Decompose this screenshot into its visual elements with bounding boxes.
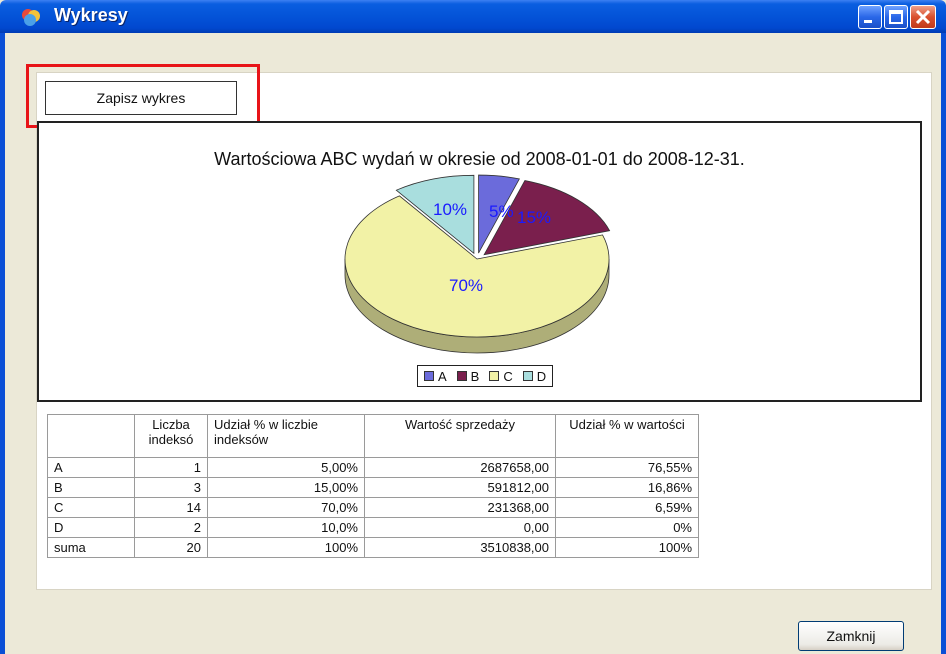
legend-item-c: C xyxy=(489,368,513,384)
table-cell: A xyxy=(47,457,135,478)
table-cell: 2 xyxy=(134,517,208,538)
table-cell: 231368,00 xyxy=(364,497,556,518)
table-cell: C xyxy=(47,497,135,518)
legend-item-b: B xyxy=(456,368,480,384)
window-border-left xyxy=(0,33,5,654)
table-cell: B xyxy=(47,477,135,498)
legend-label: C xyxy=(503,368,513,384)
chart-area: Wartościowa ABC wydań w okresie od 2008-… xyxy=(37,121,922,402)
table-header: Wartość sprzedaży xyxy=(364,414,556,458)
minimize-button[interactable] xyxy=(858,5,882,29)
table-cell: 2687658,00 xyxy=(364,457,556,478)
save-chart-button[interactable]: Zapisz wykres xyxy=(45,81,237,115)
table-cell: 1 xyxy=(134,457,208,478)
table-cell: 0,00 xyxy=(364,517,556,538)
chart-legend: A B C D xyxy=(417,365,554,387)
table-cell: 100% xyxy=(555,537,699,558)
table-header: Udział % w liczbie indeksów xyxy=(207,414,365,458)
table-row: A 1 5,00% 2687658,00 76,55% xyxy=(47,457,699,478)
window-title: Wykresy xyxy=(54,5,128,25)
title-bar[interactable]: Wykresy xyxy=(0,0,946,33)
legend-item-d: D xyxy=(522,368,547,384)
close-icon xyxy=(915,9,931,25)
legend-swatch xyxy=(456,371,467,381)
pie-label-c: 70% xyxy=(449,276,483,295)
maximize-icon xyxy=(889,10,903,24)
table-row: D 2 10,0% 0,00 0% xyxy=(47,517,699,538)
table-cell: 6,59% xyxy=(555,497,699,518)
table-cell: D xyxy=(47,517,135,538)
close-window-button[interactable] xyxy=(910,5,936,29)
minimize-icon xyxy=(864,20,872,23)
legend-label: B xyxy=(470,368,480,384)
app-icon xyxy=(22,9,40,26)
table-row: C 14 70,0% 231368,00 6,59% xyxy=(47,497,699,518)
legend-swatch xyxy=(489,371,500,381)
table-cell: 20 xyxy=(134,537,208,558)
pie-label-d: 10% xyxy=(433,200,467,219)
table-cell: 16,86% xyxy=(555,477,699,498)
table-cell: 591812,00 xyxy=(364,477,556,498)
table-cell: 3510838,00 xyxy=(364,537,556,558)
table-cell: 5,00% xyxy=(207,457,365,478)
table-cell: 100% xyxy=(207,537,365,558)
table-header-row: Liczba indeksó Udział % w liczbie indeks… xyxy=(47,414,699,458)
table-cell: 15,00% xyxy=(207,477,365,498)
pie-chart: 5% 15% 70% 10% xyxy=(344,174,611,354)
maximize-button[interactable] xyxy=(884,5,908,29)
table-row: suma 20 100% 3510838,00 100% xyxy=(47,537,699,558)
legend-label: D xyxy=(536,368,547,384)
table-header: Udział % w wartości xyxy=(555,414,699,458)
table-row: B 3 15,00% 591812,00 16,86% xyxy=(47,477,699,498)
table-cell: suma xyxy=(47,537,135,558)
table-cell: 76,55% xyxy=(555,457,699,478)
pie-label-b: 15% xyxy=(517,208,551,227)
close-button[interactable]: Zamknij xyxy=(798,621,904,651)
legend-swatch xyxy=(424,371,434,381)
table-cell: 14 xyxy=(134,497,208,518)
chart-window: Wykresy Zapisz wykres Wartościowa ABC wy… xyxy=(0,0,946,654)
table-header xyxy=(47,414,135,458)
legend-item-a: A xyxy=(424,369,447,384)
table-cell: 70,0% xyxy=(207,497,365,518)
window-border-right xyxy=(941,33,946,654)
table-cell: 10,0% xyxy=(207,517,365,538)
abc-table: Liczba indeksó Udział % w liczbie indeks… xyxy=(47,414,699,558)
table-cell: 3 xyxy=(134,477,208,498)
pie-label-a: 5% xyxy=(489,202,514,221)
table-header: Liczba indeksó xyxy=(134,414,208,458)
legend-label: A xyxy=(438,368,447,384)
table-cell: 0% xyxy=(555,517,699,538)
legend-swatch xyxy=(522,371,533,381)
